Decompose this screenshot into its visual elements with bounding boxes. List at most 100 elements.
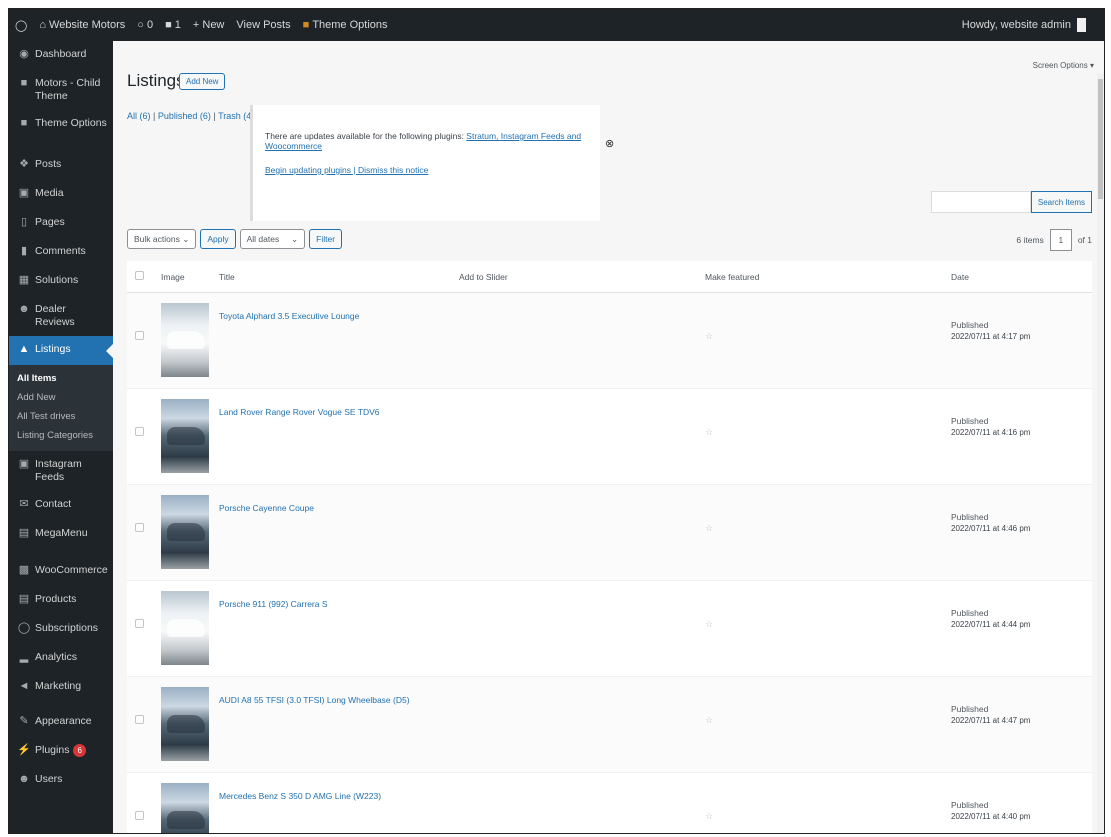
close-icon[interactable]: ⊗ [605,137,614,150]
updates-link[interactable]: ■ 1 [159,9,187,41]
plugins-icon: ⚡ [17,744,31,756]
screenshot-frame: ◯ ⌂ Website Motors ○ 0 ■ 1 + New View Po… [8,8,1105,834]
chevron-down-icon: ⌄ [182,233,190,244]
current-page-input[interactable]: 1 [1049,229,1072,251]
new-content-link[interactable]: + New [187,9,231,41]
column-date[interactable]: Date [951,272,1092,282]
post-status: Published [951,320,989,330]
star-icon[interactable]: ☆ [705,331,951,342]
page-title: Listings [127,71,185,90]
comments-link[interactable]: ○ 0 [131,9,159,41]
star-icon[interactable]: ☆ [705,523,951,534]
pagination: 6 items 1 of 1 [1016,229,1092,251]
sidebar-item-marketing[interactable]: ◄ Marketing [9,673,113,702]
add-new-button[interactable]: Add New [179,73,226,90]
star-icon[interactable]: ☆ [705,811,951,822]
car-thumbnail[interactable] [161,591,209,665]
post-status: Published [951,416,989,426]
submenu-listing-categories[interactable]: Listing Categories [9,426,113,445]
listings-icon: ▲ [18,343,30,355]
view-posts-link[interactable]: View Posts [230,9,296,41]
bulk-actions-select[interactable]: Bulk actions ⌄ [127,229,197,249]
car-thumbnail[interactable] [161,687,209,761]
star-icon[interactable]: ☆ [705,427,951,438]
search-input[interactable] [930,191,1031,213]
sidebar-item-motors[interactable]: ■ Motors - Child Theme [9,70,113,110]
row-checkbox[interactable] [135,811,144,820]
sidebar-item-label: Marketing [35,680,82,692]
filter-button[interactable]: Filter [309,229,343,249]
star-icon[interactable]: ☆ [705,715,951,726]
row-checkbox[interactable] [135,619,144,628]
submenu-all-items[interactable]: All Items [9,369,113,388]
wordpress-logo-icon[interactable]: ◯ [9,9,33,41]
post-status: Published [951,800,989,810]
instagram-icon: ▣ [18,458,30,470]
search-box: Search Items [930,191,1092,213]
sidebar-item-solutions[interactable]: ▦ Solutions [9,267,113,296]
post-date: 2022/07/11 at 4:46 pm [951,524,1031,533]
row-checkbox[interactable] [135,715,144,724]
submenu-test-drives[interactable]: All Test drives [9,407,113,426]
admin-bar: ◯ ⌂ Website Motors ○ 0 ■ 1 + New View Po… [9,9,1104,41]
view-trash-link[interactable]: Trash (4) [218,111,254,121]
theme-options-link[interactable]: ■ Theme Options [297,9,394,41]
apply-button[interactable]: Apply [200,229,236,249]
plugins-update-badge: 6 [73,744,86,757]
column-add-to-slider: Add to Slider [459,271,508,282]
sidebar-item-woocommerce[interactable]: ▩ WooCommerce [9,557,113,586]
submenu-add-new[interactable]: Add New [9,388,113,407]
sidebar-item-products[interactable]: ▤ Products [9,586,113,615]
select-all-checkbox[interactable] [135,271,144,280]
page-scrollbar[interactable] [1097,73,1104,833]
sidebar-item-megamenu[interactable]: ▤ MegaMenu [9,520,113,549]
listing-title-link[interactable]: Land Rover Range Rover Vogue SE TDV6 [219,407,459,417]
listing-title-link[interactable]: Porsche 911 (992) Carrera S [219,599,459,609]
view-published-link[interactable]: Published (6) [158,111,211,121]
listing-title-link[interactable]: AUDI A8 55 TFSI (3.0 TFSI) Long Wheelbas… [219,695,459,705]
sidebar-item-media[interactable]: ▣ Media [9,180,113,209]
sidebar-separator [9,139,113,151]
chevron-down-icon: ⌄ [291,233,299,244]
sidebar-item-appearance[interactable]: ✎ Appearance [9,708,113,737]
table-row: Land Rover Range Rover Vogue SE TDV6 ☆ P… [127,389,1092,485]
column-title[interactable]: Title [219,272,459,282]
car-thumbnail[interactable] [161,399,209,473]
listing-title-link[interactable]: Porsche Cayenne Coupe [219,503,459,513]
view-all-link[interactable]: All (6) [127,111,151,121]
my-account-link[interactable]: Howdy, website admin [956,9,1104,41]
post-status: Published [951,608,989,618]
car-thumbnail[interactable] [161,783,209,833]
listing-title-link[interactable]: Mercedes Benz S 350 D AMG Line (W223) [219,791,459,801]
howdy-text: Howdy, website admin [961,19,1071,31]
post-date: 2022/07/11 at 4:40 pm [951,812,1031,821]
search-button[interactable]: Search Items [1030,191,1092,213]
dates-filter-select[interactable]: All dates ⌄ [239,229,306,249]
car-thumbnail[interactable] [161,303,209,377]
sidebar-item-label: Dealer Reviews [35,303,75,328]
sidebar-item-dealer-reviews[interactable]: ☻ Dealer Reviews [9,296,113,336]
sidebar-item-contact[interactable]: ✉ Contact [9,491,113,520]
row-checkbox[interactable] [135,523,144,532]
listing-title-link[interactable]: Toyota Alphard 3.5 Executive Lounge [219,311,459,321]
row-checkbox[interactable] [135,331,144,340]
sidebar-item-comments[interactable]: ▮ Comments [9,238,113,267]
sidebar-item-pages[interactable]: ▯ Pages [9,209,113,238]
car-thumbnail[interactable] [161,495,209,569]
screen-options-button[interactable]: Screen Options ▾ [1033,61,1094,70]
notice-action-link[interactable]: Begin updating plugins | Dismiss this no… [265,165,428,175]
sidebar-item-subscriptions[interactable]: ◯ Subscriptions [9,615,113,644]
scrollbar-thumb[interactable] [1098,79,1103,199]
sidebar-item-listings[interactable]: ▲ Listings [9,336,113,365]
sidebar-item-instagram-feeds[interactable]: ▣ Instagram Feeds [9,451,113,491]
row-checkbox[interactable] [135,427,144,436]
star-icon[interactable]: ☆ [705,619,951,630]
sidebar-item-posts[interactable]: ❖ Posts [9,151,113,180]
sidebar-item-plugins[interactable]: ⚡ Plugins 6 [9,737,113,766]
sidebar-item-theme-options[interactable]: ■ Theme Options [9,110,113,139]
sidebar-item-users[interactable]: ☻ Users [9,766,113,795]
sidebar-item-analytics[interactable]: ▂ Analytics [9,644,113,673]
sidebar-item-dashboard[interactable]: ◉ Dashboard [9,41,113,70]
listings-submenu: All Items Add New All Test drives Listin… [9,365,113,451]
site-name-link[interactable]: ⌂ Website Motors [33,9,131,41]
